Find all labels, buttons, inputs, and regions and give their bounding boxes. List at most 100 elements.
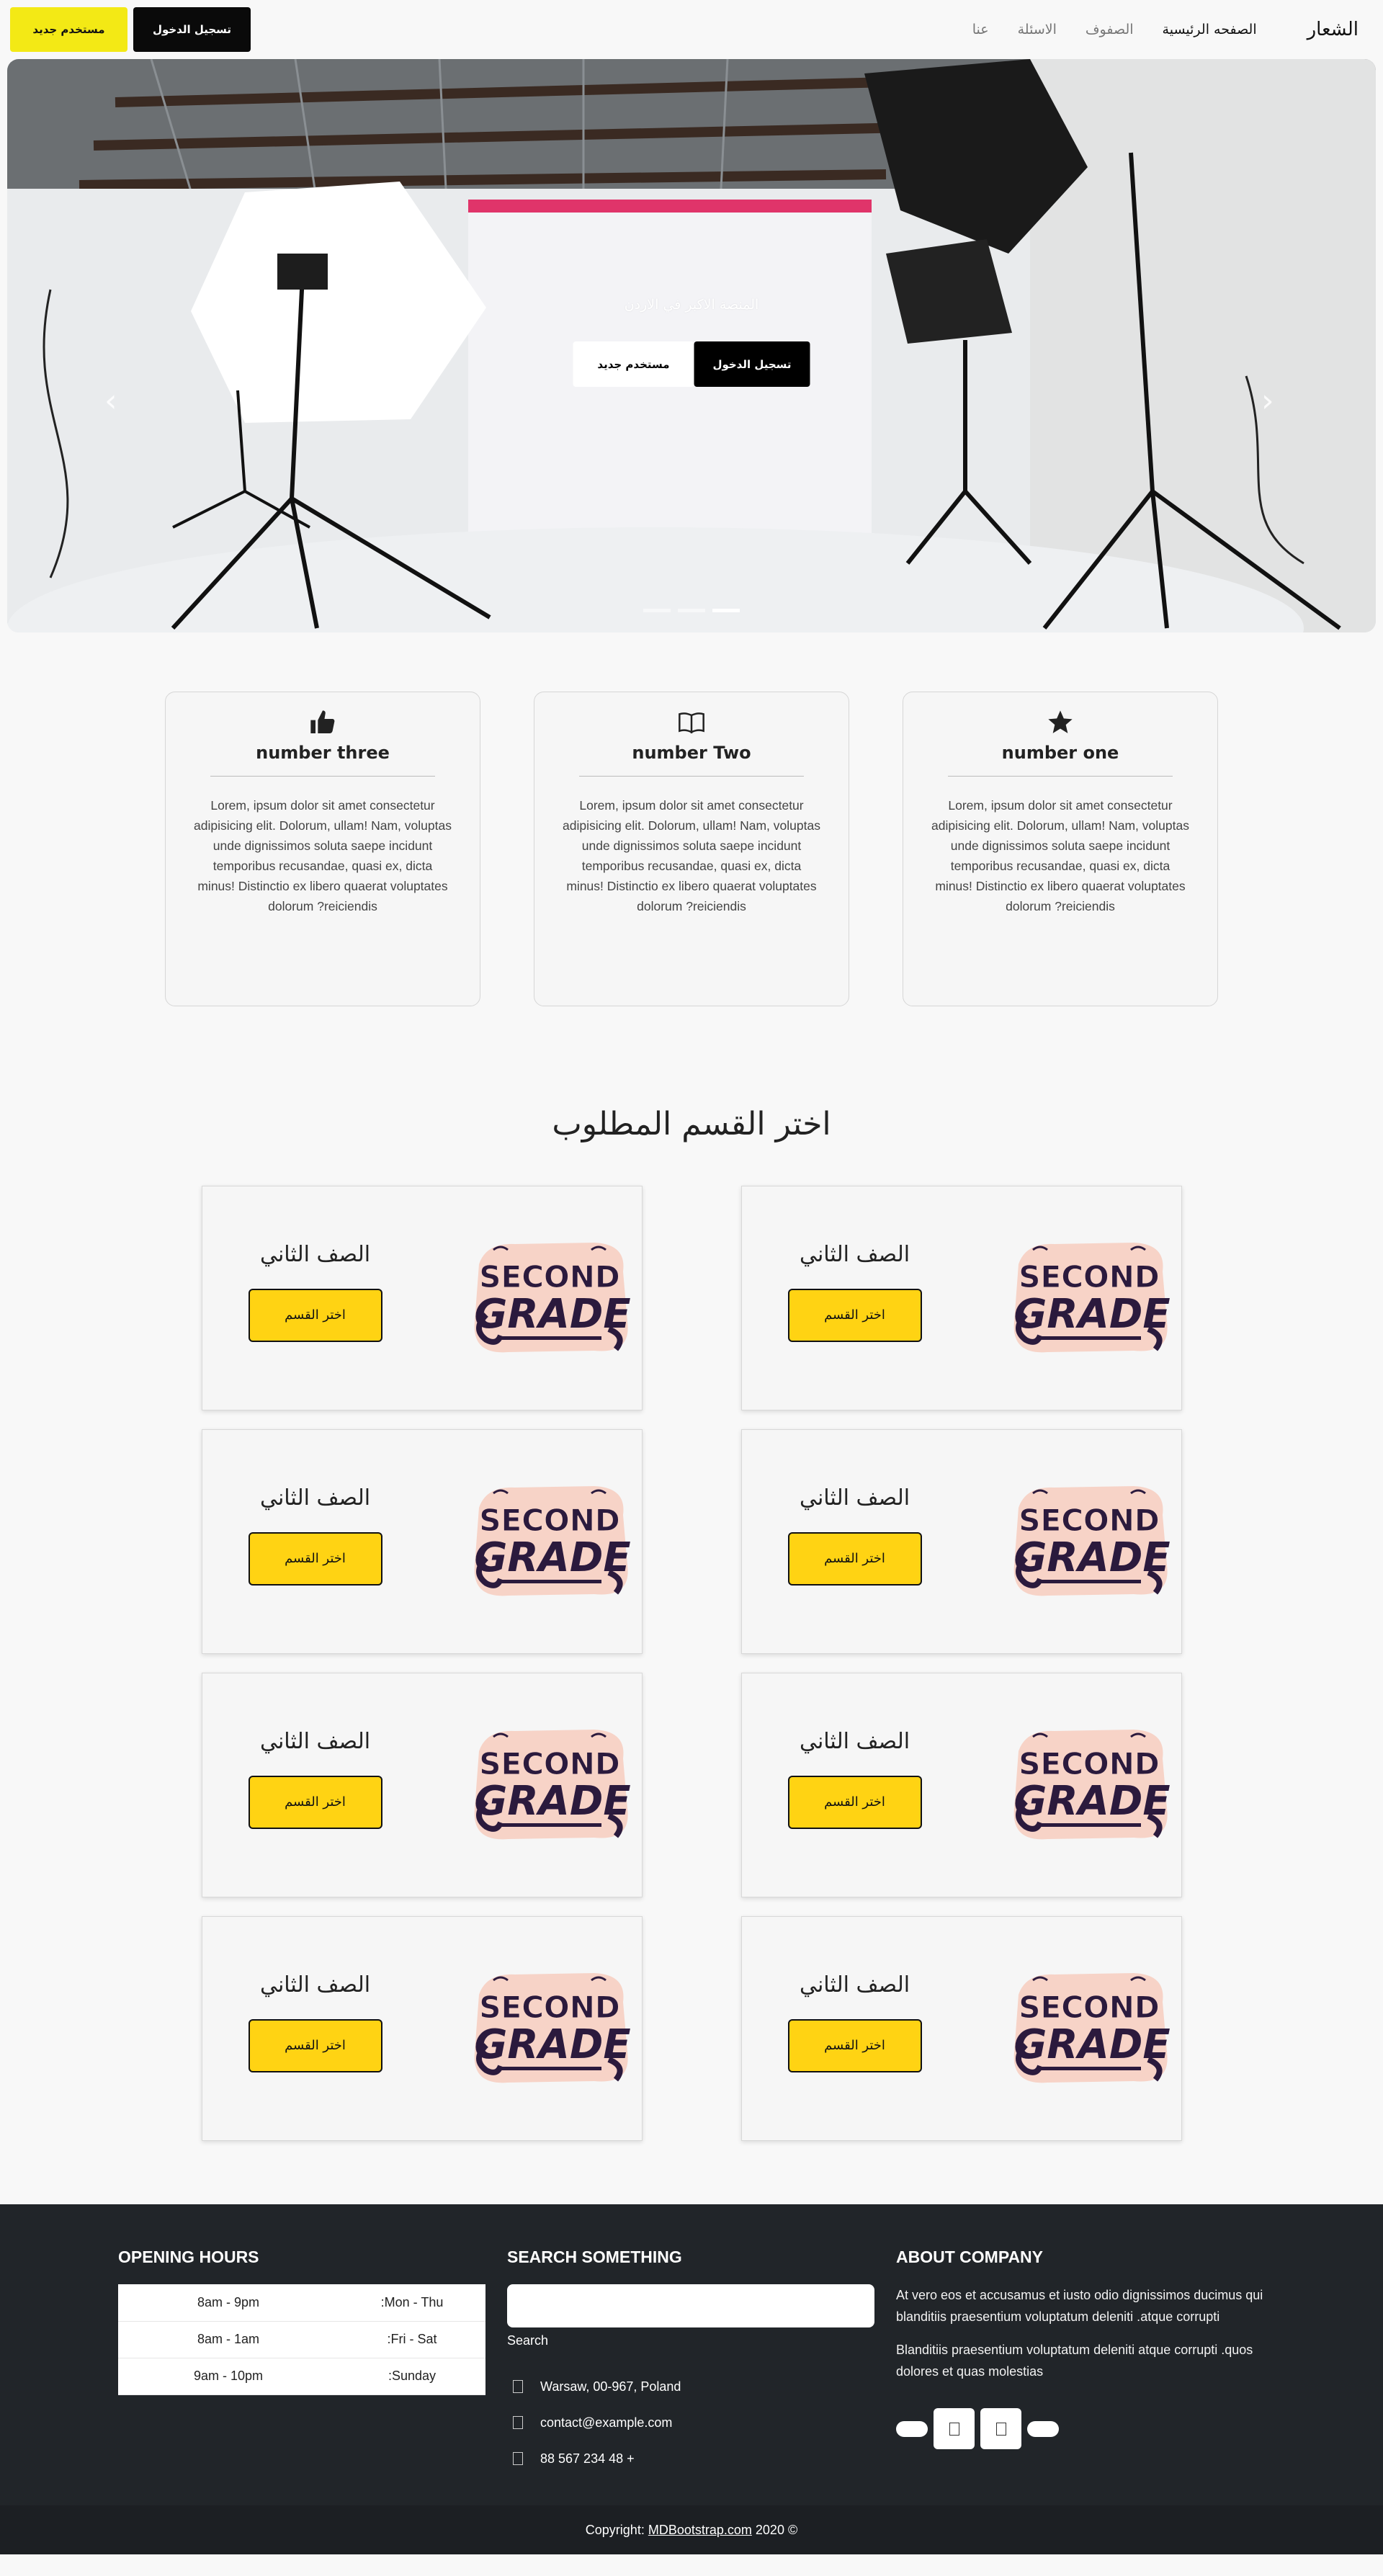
hours-day: :Sunday xyxy=(339,2358,485,2395)
envelope-icon xyxy=(513,2416,523,2429)
grade-info: الصف الثاني اختر القسم xyxy=(248,1485,382,1586)
grade-info: الصف الثاني اختر القسم xyxy=(248,1972,382,2072)
hours-day: :Fri - Sat xyxy=(339,2321,485,2358)
carousel-indicator-2[interactable] xyxy=(678,609,705,612)
choose-section-button[interactable]: اختر القسم xyxy=(787,1288,922,1342)
contact-text: contact@example.com xyxy=(540,2415,673,2430)
nav-right: الصفحه الرئيسية الصفوف الاسئلة عنا الشعا… xyxy=(972,19,1373,40)
second-grade-sticker: SECOND GRADE xyxy=(1013,1973,1170,2083)
social-link-icon[interactable] xyxy=(1027,2420,1059,2437)
nav-links: الصفحه الرئيسية الصفوف الاسئلة عنا xyxy=(972,22,1257,37)
choose-section-button[interactable]: اختر القسم xyxy=(248,1288,382,1342)
social-link-icon[interactable] xyxy=(980,2408,1021,2449)
second-grade-sticker: SECOND GRADE xyxy=(1013,1730,1170,1840)
copyright-suffix: 2020 © xyxy=(755,2523,798,2537)
hours-time: 8am - 9pm xyxy=(118,2284,339,2322)
hero-login-button[interactable]: تسجيل الدخول xyxy=(694,341,810,387)
hours-time: 9am - 10pm xyxy=(118,2358,339,2395)
carousel-prev-icon[interactable]: ‹ xyxy=(104,385,122,417)
grade-name: الصف الثاني xyxy=(799,1972,910,1998)
sticker-top-text: SECOND xyxy=(1019,1990,1159,2025)
second-grade-sticker: SECOND GRADE xyxy=(1013,1243,1170,1353)
opening-hours-table: 8am - 9pm :Mon - Thu 8am - 1am :Fri - Sa… xyxy=(118,2284,485,2395)
grade-name: الصف الثاني xyxy=(259,1972,371,1998)
sticker-bottom-text: GRADE xyxy=(1013,1778,1170,1825)
grade-card: الصف الثاني اختر القسم SECOND GRADE xyxy=(740,1673,1182,1897)
search-input[interactable] xyxy=(507,2284,874,2327)
sticker-bottom-text: GRADE xyxy=(1013,1534,1170,1581)
carousel-next-icon[interactable]: › xyxy=(1261,385,1279,417)
feature-card: number three Lorem, ipsum dolor sit amet… xyxy=(165,692,480,1006)
grade-name: الصف الثاني xyxy=(259,1485,371,1511)
thumbs-up-icon xyxy=(310,710,335,733)
second-grade-sticker: SECOND GRADE xyxy=(474,1243,630,1353)
choose-section-button[interactable]: اختر القسم xyxy=(787,1775,922,1829)
brand-logo[interactable]: الشعار xyxy=(1307,19,1359,40)
grades-grid: الصف الثاني اختر القسم SECOND GRADE الصف… xyxy=(0,1186,1383,2141)
social-link-icon[interactable] xyxy=(896,2420,928,2437)
sticker-top-text: SECOND xyxy=(479,1746,619,1781)
features-section: number one Lorem, ipsum dolor sit amet c… xyxy=(0,692,1383,1006)
sticker-top-text: SECOND xyxy=(1019,1259,1159,1294)
hero-tagline: المنصة الاكبر في الاردن xyxy=(624,297,759,313)
feature-title: number three xyxy=(256,743,390,763)
search-label: Search xyxy=(507,2333,549,2348)
feature-divider xyxy=(948,776,1173,777)
table-row: 8am - 1am :Fri - Sat xyxy=(118,2321,485,2358)
search-column: SEARCH SOMETHING Search Warsaw, 00-967, … xyxy=(507,2248,874,2477)
copyright-prefix: Copyright: xyxy=(585,2523,645,2537)
choose-section-button[interactable]: اختر القسم xyxy=(787,2018,922,2072)
table-row: 8am - 9pm :Mon - Thu xyxy=(118,2284,485,2322)
choose-section-button[interactable]: اختر القسم xyxy=(248,2018,382,2072)
sticker-bottom-text: GRADE xyxy=(1013,2021,1170,2068)
book-icon xyxy=(679,712,704,734)
sticker-bottom-text: GRADE xyxy=(474,1778,630,1825)
grade-card: الصف الثاني اختر القسم SECOND GRADE xyxy=(201,1186,643,1410)
grade-name: الصف الثاني xyxy=(799,1241,910,1267)
hero-signup-button[interactable]: مستخدم جديد xyxy=(573,341,694,387)
phone-icon xyxy=(513,2452,523,2465)
sticker-bottom-text: GRADE xyxy=(474,2021,630,2068)
hours-day: :Mon - Thu xyxy=(339,2284,485,2322)
hero-carousel: ‹ › المنصة الاكبر في الاردن مستخدم جديد … xyxy=(7,59,1376,632)
star-icon xyxy=(1048,710,1073,733)
contact-text: 88 567 234 48 + xyxy=(540,2451,635,2466)
second-grade-sticker: SECOND GRADE xyxy=(474,1730,630,1840)
grade-info: الصف الثاني اختر القسم xyxy=(787,1242,922,1342)
grade-card: الصف الثاني اختر القسم SECOND GRADE xyxy=(740,1916,1182,2141)
carousel-indicator-1[interactable] xyxy=(643,609,671,612)
about-paragraph: At vero eos et accusamus et iusto odio d… xyxy=(896,2288,1263,2324)
opening-hours-heading: OPENING HOURS xyxy=(118,2248,259,2266)
choose-section-button[interactable]: اختر القسم xyxy=(787,1531,922,1586)
grade-info: الصف الثاني اختر القسم xyxy=(248,1242,382,1342)
sticker-bottom-text: GRADE xyxy=(1013,1291,1170,1338)
nav-link-classes[interactable]: الصفوف xyxy=(1086,22,1134,37)
search-heading: SEARCH SOMETHING xyxy=(507,2248,682,2266)
nav-auth-buttons: مستخدم جديد تسجيل الدخول xyxy=(10,7,251,52)
carousel-indicator-3[interactable] xyxy=(712,609,740,612)
social-links xyxy=(896,2408,1263,2449)
grade-info: الصف الثاني اختر القسم xyxy=(787,1972,922,2072)
feature-text: Lorem, ipsum dolor sit amet consectetur … xyxy=(563,798,820,913)
second-grade-sticker: SECOND GRADE xyxy=(474,1973,630,2083)
nav-link-questions[interactable]: الاسئلة xyxy=(1018,22,1057,37)
signup-button[interactable]: مستخدم جديد xyxy=(10,7,127,52)
choose-section-button[interactable]: اختر القسم xyxy=(248,1531,382,1586)
hero-caption: المنصة الاكبر في الاردن مستخدم جديد تسجي… xyxy=(573,297,810,387)
opening-hours-column: OPENING HOURS 8am - 9pm :Mon - Thu 8am -… xyxy=(118,2248,485,2477)
second-grade-sticker: SECOND GRADE xyxy=(474,1486,630,1596)
feature-card: number Two Lorem, ipsum dolor sit amet c… xyxy=(534,692,849,1006)
navbar: مستخدم جديد تسجيل الدخول الصفحه الرئيسية… xyxy=(0,0,1383,59)
login-button[interactable]: تسجيل الدخول xyxy=(133,7,251,52)
choose-section-button[interactable]: اختر القسم xyxy=(248,1775,382,1829)
feature-text: Lorem, ipsum dolor sit amet consectetur … xyxy=(931,798,1189,913)
feature-text: Lorem, ipsum dolor sit amet consectetur … xyxy=(194,798,452,913)
social-link-icon[interactable] xyxy=(934,2408,975,2449)
sticker-top-text: SECOND xyxy=(479,1990,619,2025)
copyright-bar: Copyright: MDBootstrap.com 2020 © xyxy=(0,2505,1383,2554)
feature-divider xyxy=(579,776,804,777)
nav-link-about[interactable]: عنا xyxy=(972,22,989,37)
nav-link-home[interactable]: الصفحه الرئيسية xyxy=(1163,22,1257,37)
contact-phone: 88 567 234 48 + xyxy=(507,2441,874,2477)
copyright-link[interactable]: MDBootstrap.com xyxy=(648,2523,752,2537)
